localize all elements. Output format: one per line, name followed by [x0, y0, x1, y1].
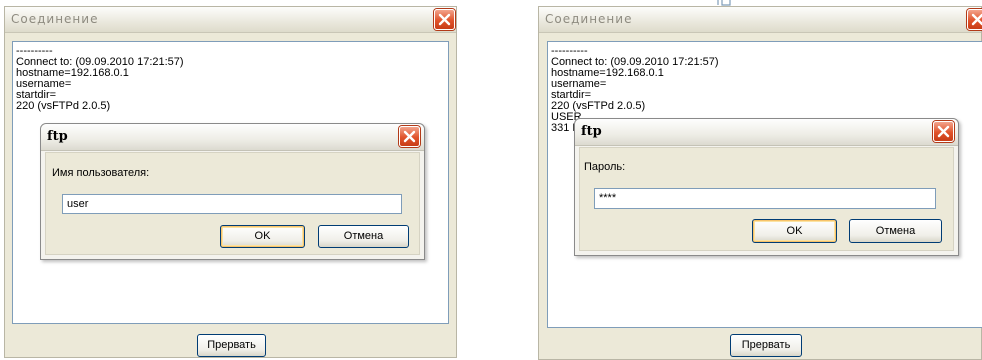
cancel-button-label: Отмена	[343, 230, 384, 242]
cancel-button-label: Отмена	[875, 225, 916, 237]
username-prompt: Имя пользователя:	[52, 167, 150, 179]
dialog-titlebar[interactable]: ftp	[575, 119, 958, 146]
close-button[interactable]	[434, 9, 455, 30]
cancel-button[interactable]: Отмена	[318, 225, 409, 248]
ftp-password-dialog: ftp Пароль: **** OK Отмена	[574, 118, 959, 256]
log-line: username=	[551, 78, 607, 90]
ok-button-label: OK	[786, 225, 803, 237]
close-icon	[937, 125, 950, 138]
abort-button[interactable]: Прервать	[730, 334, 802, 357]
ok-button[interactable]: OK	[752, 219, 837, 243]
username-input[interactable]: user	[62, 194, 402, 214]
window-titlebar[interactable]: Соединение	[539, 7, 982, 33]
abort-button-label: Прервать	[741, 339, 791, 351]
dialog-titlebar[interactable]: ftp	[41, 124, 424, 151]
dialog-body: Имя пользователя: user OK Отмена	[45, 152, 420, 255]
window-title: Соединение	[545, 12, 633, 26]
dialog-title: ftp	[47, 129, 68, 144]
log-line: 220 (vsFTPd 2.0.5)	[551, 100, 646, 112]
dialog-close-button[interactable]	[399, 126, 420, 147]
dialog-body: Пароль: **** OK Отмена	[579, 147, 954, 251]
cancel-button[interactable]: Отмена	[849, 219, 942, 243]
close-icon	[438, 13, 451, 26]
password-prompt: Пароль:	[584, 161, 626, 173]
log-line: hostname=192.168.0.1	[551, 67, 664, 79]
ok-button-label: OK	[254, 230, 271, 242]
window-titlebar[interactable]: Соединение	[5, 7, 456, 33]
window-title: Соединение	[11, 12, 99, 26]
ok-button[interactable]: OK	[220, 225, 305, 248]
close-icon	[403, 130, 416, 143]
close-button[interactable]	[967, 9, 982, 30]
log-line: 220 (vsFTPd 2.0.5)	[16, 100, 111, 112]
log-line: username=	[16, 78, 72, 90]
dialog-close-button[interactable]	[933, 121, 954, 142]
close-icon	[971, 13, 982, 26]
abort-button-label: Прервать	[207, 339, 256, 351]
ftp-login-dialog: ftp Имя пользователя: user OK Отмена	[40, 123, 425, 260]
dialog-title: ftp	[581, 124, 602, 139]
abort-button[interactable]: Прервать	[197, 334, 266, 357]
password-input[interactable]: ****	[594, 188, 936, 209]
log-line: hostname=192.168.0.1	[16, 67, 129, 79]
